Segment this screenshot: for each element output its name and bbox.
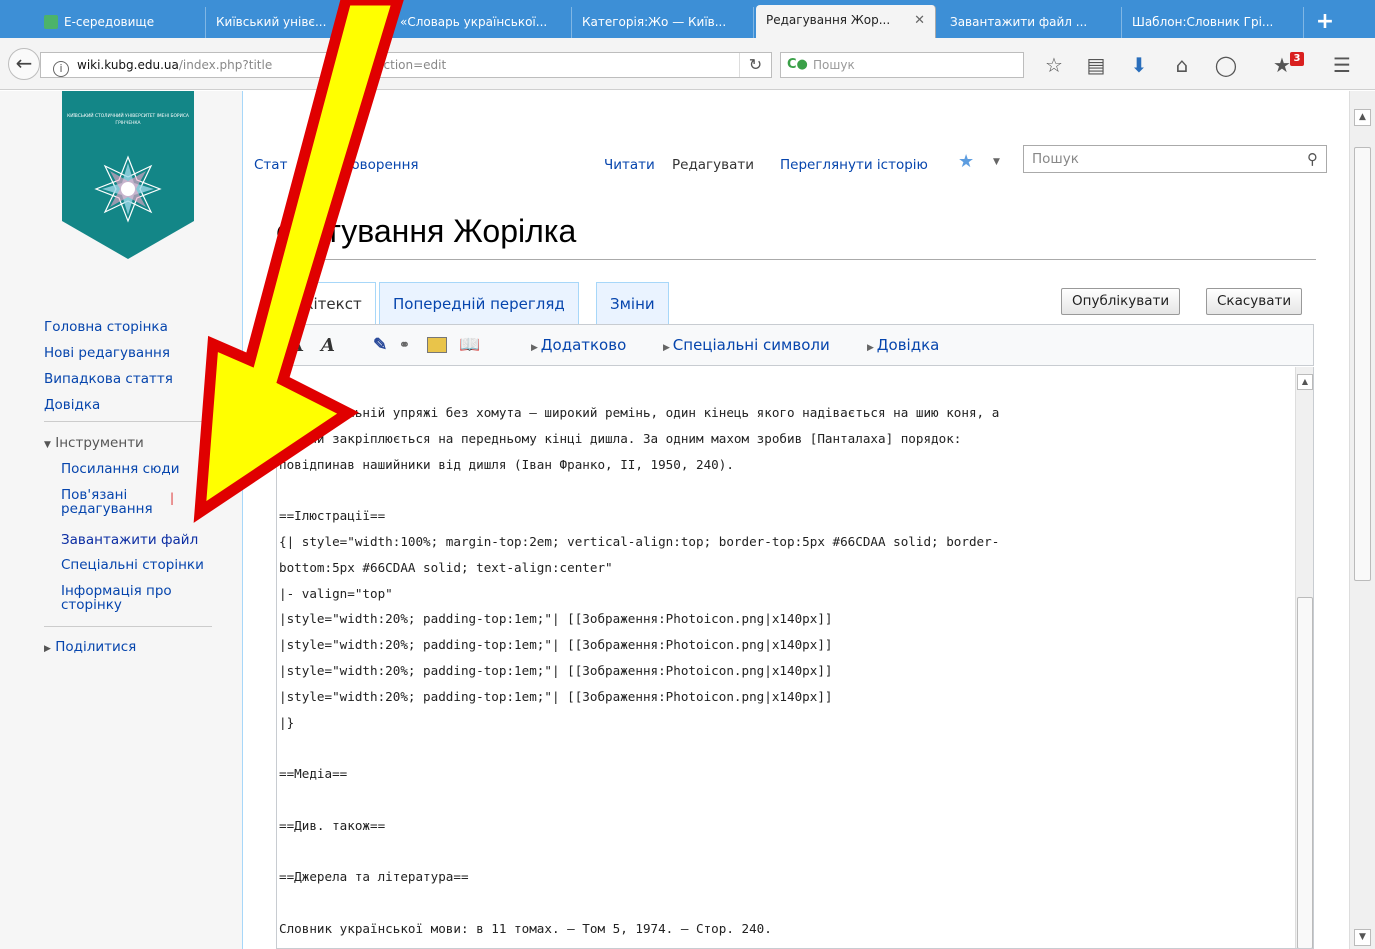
browser-tab-active[interactable]: Редагування Жор... ✕ (756, 5, 936, 38)
watch-star-icon[interactable]: ★ (958, 151, 974, 172)
browser-nav-bar: ← i wiki.kubg.edu.ua/index.php?title ка&ac… (0, 38, 1375, 90)
reload-icon[interactable]: ↻ (739, 53, 771, 77)
title-rule (276, 259, 1316, 260)
link-icon[interactable]: ⚭ (399, 338, 410, 353)
toolbar-advanced[interactable]: ▶ Додатково (531, 336, 626, 354)
tab-talk[interactable]: бговорення (336, 157, 419, 173)
wiki-search-input[interactable]: Пошук ⚲ (1023, 145, 1327, 173)
browser-tab[interactable]: «Словарь української... (390, 7, 572, 38)
red-mark: | (170, 491, 175, 505)
search-icon[interactable]: ⚲ (1307, 146, 1318, 172)
scroll-up-icon[interactable]: ▲ (1354, 109, 1371, 126)
page-scrollbar[interactable]: ▲ ▼ (1349, 91, 1375, 949)
wikitext-editor[interactable]: 2. У дишельній упряжі без хомута — широк… (276, 367, 1314, 949)
scroll-thumb[interactable] (1297, 597, 1313, 948)
expand-right-icon: ▶ (531, 343, 541, 353)
sidebar-divider (44, 421, 212, 422)
expand-down-icon: ▼ (44, 440, 51, 450)
bookmark-star-icon[interactable]: ☆ (1042, 54, 1066, 78)
logo-caption: КИЇВСЬКИЙ СТОЛИЧНИЙ УНІВЕРСИТЕТ ІМЕНІ БО… (67, 114, 189, 126)
address-bar[interactable]: i wiki.kubg.edu.ua/index.php?title ка&acti… (40, 52, 772, 78)
sidebar-item-upload[interactable]: Завантажити файл (61, 532, 198, 548)
sidebar-item-help[interactable]: Довідка (44, 397, 100, 413)
browser-tab[interactable]: Київський унівє... (206, 7, 390, 38)
tab-article[interactable]: Стат (254, 157, 287, 173)
sidebar-divider (44, 626, 212, 627)
menu-icon[interactable]: ☰ (1330, 54, 1354, 78)
browser-tab[interactable]: Е-середовище (34, 7, 206, 38)
site-favicon (44, 15, 58, 29)
tab-edit[interactable]: Редагувати (672, 157, 754, 173)
notification-badge: 3 (1290, 52, 1304, 66)
screen: Е-середовище Київський унівє... «Словарь… (0, 0, 1375, 949)
sidebar-item-recent-changes[interactable]: Нові редагування (44, 345, 170, 361)
sidebar-item-main-page[interactable]: Головна сторінка (44, 319, 168, 335)
tab-preview[interactable]: Попередній перегляд (379, 282, 579, 324)
info-icon[interactable]: i (53, 61, 69, 77)
search-engine-icon: C● (787, 57, 808, 72)
italic-icon[interactable]: A (321, 335, 335, 356)
editor-content[interactable]: 2. У дишельній упряжі без хомута — широк… (279, 400, 999, 942)
home-icon[interactable]: ⌂ (1170, 54, 1194, 78)
sidebar-tools-toggle[interactable]: ▼ Інструменти (44, 435, 144, 451)
editor-scrollbar[interactable]: ▲ (1295, 367, 1313, 948)
expand-right-icon: ▶ (867, 343, 877, 353)
tab-read[interactable]: Читати (604, 157, 655, 173)
scroll-down-icon[interactable]: ▼ (1354, 929, 1371, 946)
publish-button[interactable]: Опублікувати (1061, 288, 1181, 315)
editor-toolbar: A A ✎ ⚭ 📖 ▶ Додатково ▶ Спеціальні симво… (276, 324, 1314, 366)
expand-right-icon: ▶ (44, 644, 51, 654)
more-dropdown-icon[interactable]: ▼ (993, 157, 1000, 167)
close-tab-icon[interactable]: ✕ (914, 5, 925, 36)
signature-icon[interactable]: ✎ (373, 335, 387, 355)
tab-wikitext[interactable]: Вікітекст (276, 282, 376, 324)
tab-history[interactable]: Переглянути історію (780, 157, 928, 173)
toolbar-help[interactable]: ▶ Довідка (867, 336, 939, 354)
page-title: едагування Жорілка (276, 213, 577, 249)
sidebar-item-page-info[interactable]: Інформація про сторінку (61, 584, 172, 612)
browser-tab[interactable]: Завантажити файл ... (940, 7, 1122, 38)
scroll-up-icon[interactable]: ▲ (1297, 374, 1313, 390)
reference-icon[interactable]: 📖 (459, 335, 480, 355)
sidebar-item-special-pages[interactable]: Спеціальні сторінки (61, 557, 204, 573)
bold-icon[interactable]: A (289, 335, 303, 356)
browser-tab[interactable]: Категорія:Жо — Київ... (572, 7, 754, 38)
sidebar-item-random[interactable]: Випадкова стаття (44, 371, 173, 387)
toolbar-special-chars[interactable]: ▶ Спеціальні символи (663, 336, 830, 354)
sidebar-item-related-changes[interactable]: Пов'язані редагування (61, 488, 153, 516)
wiki-page: КИЇВСЬКИЙ СТОЛИЧНИЙ УНІВЕРСИТЕТ ІМЕНІ БО… (0, 91, 1349, 949)
pocket-icon[interactable]: ◯ (1214, 54, 1238, 78)
expand-right-icon: ▶ (663, 343, 673, 353)
tab-changes[interactable]: Зміни (596, 282, 669, 324)
browser-search-input[interactable]: C● Пошук (780, 52, 1024, 78)
new-tab-button[interactable]: + (1312, 10, 1338, 36)
browser-tab[interactable]: Шаблон:Словник Грі... (1122, 7, 1304, 38)
sidebar-share-toggle[interactable]: ▶ Поділитися (44, 639, 136, 655)
browser-tab-bar: Е-середовище Київський унівє... «Словарь… (0, 0, 1375, 38)
scroll-thumb[interactable] (1354, 147, 1371, 581)
back-button[interactable]: ← (8, 48, 40, 80)
downloads-icon[interactable]: ⬇ (1127, 54, 1151, 78)
reading-list-icon[interactable]: ▤ (1084, 54, 1108, 78)
image-icon[interactable] (427, 337, 447, 353)
cancel-button[interactable]: Скасувати (1206, 288, 1303, 315)
sidebar-item-what-links-here[interactable]: Посилання сюди (61, 461, 179, 477)
